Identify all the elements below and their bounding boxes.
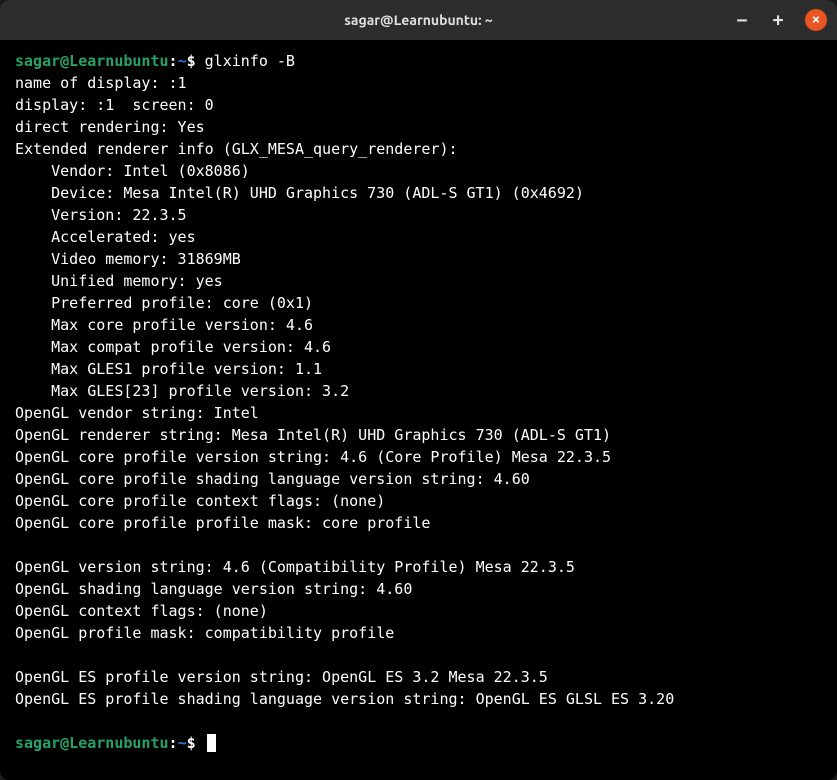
minimize-icon[interactable]: −: [733, 11, 751, 29]
prompt-path: ~: [178, 734, 187, 752]
output-line: Preferred profile: core (0x1): [15, 294, 313, 312]
cursor-icon: [207, 734, 216, 752]
terminal-window: sagar@Learnubuntu: ~ − + × sagar@Learnub…: [0, 0, 837, 780]
output-line: display: :1 screen: 0: [15, 96, 214, 114]
output-line: OpenGL core profile version string: 4.6 …: [15, 448, 611, 466]
output-line: OpenGL core profile profile mask: core p…: [15, 514, 430, 532]
output-line: OpenGL ES profile version string: OpenGL…: [15, 668, 548, 686]
output-line: OpenGL context flags: (none): [15, 602, 268, 620]
output-line: Max GLES[23] profile version: 3.2: [15, 382, 349, 400]
output-line: direct rendering: Yes: [15, 118, 205, 136]
window-controls: − + ×: [733, 9, 827, 31]
titlebar[interactable]: sagar@Learnubuntu: ~ − + ×: [0, 0, 837, 40]
terminal-body[interactable]: sagar@Learnubuntu:~$ glxinfo -B name of …: [0, 40, 837, 780]
prompt-symbol: $: [187, 734, 196, 752]
prompt-symbol: $: [187, 52, 196, 70]
window-title: sagar@Learnubuntu: ~: [344, 12, 493, 28]
prompt-separator: :: [169, 52, 178, 70]
close-icon[interactable]: ×: [805, 9, 827, 31]
output-line: Max core profile version: 4.6: [15, 316, 313, 334]
output-line: Device: Mesa Intel(R) UHD Graphics 730 (…: [15, 184, 584, 202]
output-line: OpenGL ES profile shading language versi…: [15, 690, 674, 708]
output-line: OpenGL vendor string: Intel: [15, 404, 259, 422]
output-line: Max GLES1 profile version: 1.1: [15, 360, 322, 378]
output-line: Unified memory: yes: [15, 272, 223, 290]
prompt-separator: :: [169, 734, 178, 752]
output-line: OpenGL version string: 4.6 (Compatibilit…: [15, 558, 575, 576]
prompt-user-host: sagar@Learnubuntu: [15, 734, 169, 752]
output-line: name of display: :1: [15, 74, 187, 92]
output-line: Version: 22.3.5: [15, 206, 187, 224]
output-line: OpenGL profile mask: compatibility profi…: [15, 624, 394, 642]
command-text: glxinfo -B: [205, 52, 295, 70]
output-line: OpenGL core profile context flags: (none…: [15, 492, 385, 510]
prompt-path: ~: [178, 52, 187, 70]
output-line: Vendor: Intel (0x8086): [15, 162, 250, 180]
output-line: Extended renderer info (GLX_MESA_query_r…: [15, 140, 458, 158]
maximize-icon[interactable]: +: [769, 11, 787, 29]
output-line: OpenGL core profile shading language ver…: [15, 470, 530, 488]
output-line: OpenGL renderer string: Mesa Intel(R) UH…: [15, 426, 611, 444]
output-line: OpenGL shading language version string: …: [15, 580, 412, 598]
prompt-user-host: sagar@Learnubuntu: [15, 52, 169, 70]
output-line: Accelerated: yes: [15, 228, 196, 246]
output-line: Video memory: 31869MB: [15, 250, 241, 268]
output-line: Max compat profile version: 4.6: [15, 338, 331, 356]
